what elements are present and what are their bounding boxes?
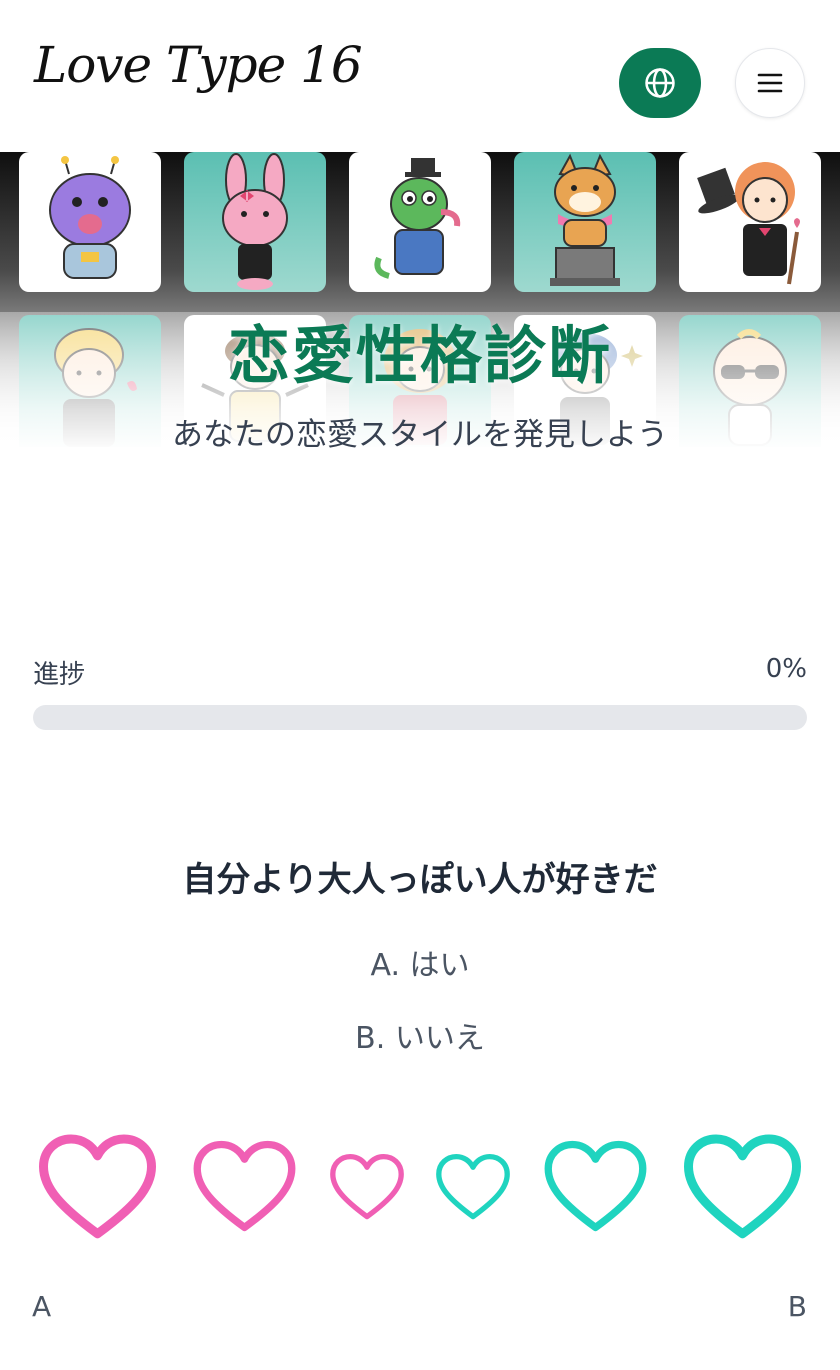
heart-icon bbox=[436, 1153, 510, 1220]
scale-label-b: B bbox=[787, 1290, 807, 1323]
scale-label-a: A bbox=[32, 1290, 52, 1323]
page-title: 恋愛性格診断 bbox=[227, 319, 612, 392]
shiba-dog-character bbox=[514, 152, 656, 292]
scale-option-b-strong[interactable] bbox=[682, 1133, 803, 1241]
pink-bunny-character bbox=[184, 152, 326, 292]
progress-label: 進捗 bbox=[33, 660, 86, 690]
language-button[interactable] bbox=[619, 48, 701, 118]
progress-value: 0% bbox=[765, 654, 807, 684]
scale-option-b-medium[interactable] bbox=[543, 1139, 648, 1234]
purple-alien-character bbox=[19, 152, 161, 292]
hero-banner bbox=[0, 152, 840, 447]
progress-bar bbox=[33, 705, 807, 730]
header: Love Type 16 bbox=[0, 0, 840, 152]
hamburger-menu-icon bbox=[757, 73, 783, 93]
menu-button[interactable] bbox=[735, 48, 805, 118]
magician-girl-character bbox=[679, 152, 821, 292]
page-subtitle: あなたの恋愛スタイルを発見しよう bbox=[172, 417, 668, 453]
scale-option-a-weak[interactable] bbox=[329, 1152, 405, 1222]
logo[interactable]: Love Type 16 bbox=[34, 40, 363, 90]
heart-icon bbox=[684, 1134, 801, 1239]
heart-icon bbox=[39, 1134, 156, 1239]
question-text: 自分より大人っぽい人が好きだ bbox=[182, 860, 658, 900]
scale-option-a-strong[interactable] bbox=[37, 1133, 158, 1241]
scale-option-a-medium[interactable] bbox=[192, 1139, 297, 1234]
heart-icon bbox=[193, 1140, 296, 1232]
heart-icon bbox=[544, 1140, 647, 1232]
option-a-label: A. はい bbox=[370, 948, 470, 983]
heart-icon bbox=[330, 1153, 404, 1220]
scale-option-b-weak[interactable] bbox=[435, 1152, 511, 1222]
green-chameleon-character bbox=[349, 152, 491, 292]
option-b-label: B. いいえ bbox=[355, 1021, 485, 1056]
globe-icon bbox=[645, 68, 675, 98]
